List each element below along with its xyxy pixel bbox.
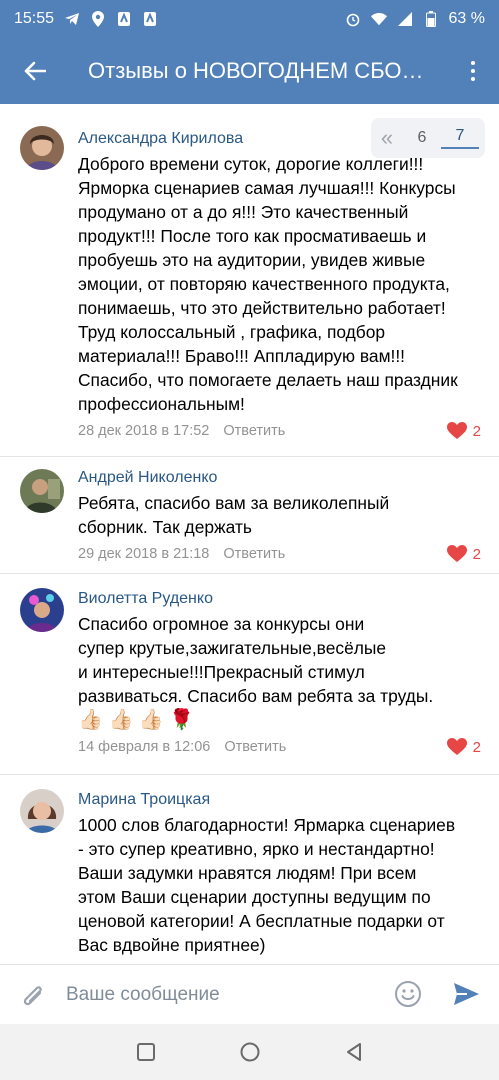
pager-page-6[interactable]: 6 [403,129,441,147]
comment-item: Андрей Николенко Ребята, спасибо вам за … [0,457,499,574]
like-count: 2 [472,422,481,440]
comment-text: 1000 слов благодарности! Ярмарка сценари… [78,815,456,955]
comment-text: Спасибо огромное за конкурсы они супер к… [78,612,481,732]
recent-apps-button[interactable] [132,1038,160,1066]
reply-button[interactable]: Ответить [223,423,285,439]
recent-apps-icon [136,1043,155,1061]
comment-meta: 29 дек 2018 в 21:18 Ответить 2 [78,545,481,563]
comment-text: Ребята, спасибо вам за великолепный сбор… [78,493,390,537]
reply-button[interactable]: Ответить [223,546,285,562]
location-icon [90,11,106,27]
more-menu-button[interactable] [463,56,483,86]
status-bar: 15:55 63 % [0,0,499,38]
comment-meta: 14 февраля в 12:06 Ответить 2 [78,738,481,756]
wifi-icon [370,11,387,27]
heart-icon [446,738,467,755]
telegram-icon [64,11,80,27]
send-icon [454,983,479,1005]
battery-percent: 63 % [448,10,485,27]
avatar[interactable] [20,126,64,170]
avatar[interactable] [20,789,64,833]
emoji-row: 👍🏻 👍🏻 👍🏻 🌹 [78,709,195,731]
comment-text: Доброго времени суток, дорогие коллеги!!… [78,154,458,414]
comment-date: 28 дек 2018 в 17:52 [78,423,210,439]
system-nav-bar [0,1024,499,1080]
pager-page-7[interactable]: 7 [441,127,479,149]
signal-icon [397,11,413,27]
send-button[interactable] [451,979,481,1009]
page-title: Отзывы о НОВОГОДНЕМ СБОРНИКЕ [88,58,438,83]
comment-date: 14 февраля в 12:06 [78,739,211,755]
alarm-icon [345,11,361,27]
pager-prev-button[interactable]: « [371,125,403,151]
home-button[interactable] [236,1038,264,1066]
app-icon [142,11,158,27]
back-button[interactable] [0,38,70,104]
like-button[interactable]: 2 [446,738,481,756]
comment-author[interactable]: Андрей Николенко [78,469,481,487]
like-button[interactable]: 2 [446,422,481,440]
like-count: 2 [472,738,481,756]
home-icon [240,1042,259,1062]
comment-date: 29 дек 2018 в 21:18 [78,546,210,562]
battery-icon [423,11,439,27]
comment-meta: 28 дек 2018 в 17:52 Ответить 2 [78,422,481,440]
app-icon [116,11,132,27]
avatar[interactable] [20,469,64,513]
paperclip-icon [23,985,42,1005]
pagination: « 6 7 [371,118,485,158]
comment-author[interactable]: Марина Троицкая [78,791,481,809]
like-button[interactable]: 2 [446,545,481,563]
more-vertical-icon [471,61,475,65]
comment-text-body: Спасибо огромное за конкурсы они супер к… [78,614,434,706]
smile-icon [395,981,421,1007]
app-bar: Отзывы о НОВОГОДНЕМ СБОРНИКЕ [0,38,499,104]
avatar[interactable] [20,588,64,632]
heart-icon [446,545,467,562]
status-time: 15:55 [14,10,55,27]
heart-icon [446,422,467,439]
comments-feed[interactable]: Александра Кирилова Доброго времени суто… [0,104,499,964]
message-input[interactable] [66,983,366,1006]
message-composer [0,964,499,1024]
arrow-left-icon [24,61,46,81]
comment-item: Виолетта Руденко Спасибо огромное за кон… [0,574,499,775]
comment-item: Марина Троицкая 1000 слов благодарности!… [0,775,499,964]
like-count: 2 [472,545,481,563]
attach-button[interactable] [0,965,66,1025]
emoji-button[interactable] [393,979,423,1009]
nav-back-button[interactable] [340,1038,368,1066]
reply-button[interactable]: Ответить [224,739,286,755]
back-triangle-icon [346,1043,361,1061]
comment-author[interactable]: Виолетта Руденко [78,590,481,608]
